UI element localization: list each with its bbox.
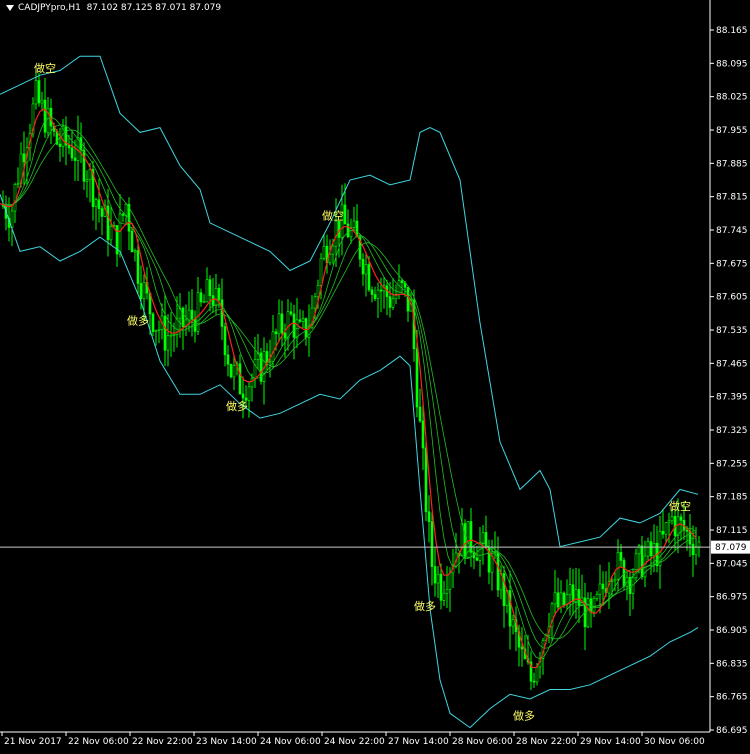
candle xyxy=(634,548,638,582)
candle xyxy=(130,227,134,253)
price-tick-label: 87.745 xyxy=(716,226,748,236)
candle xyxy=(229,363,233,379)
time-tick-label: 28 Nov 06:00 xyxy=(452,737,513,747)
price-tick-label: 86.765 xyxy=(716,693,748,703)
price-tick-label: 86.835 xyxy=(716,659,748,669)
trade-signal-label: 做多 xyxy=(226,399,248,413)
current-price-tag: 87.079 xyxy=(711,540,750,554)
price-tick-label: 87.185 xyxy=(716,493,748,503)
chart-background xyxy=(0,0,750,750)
price-tick-label: 87.395 xyxy=(716,393,748,403)
price-chart[interactable]: 做空做多做多做空做多做多做空 88.16588.09588.02587.9558… xyxy=(0,0,750,750)
price-tick-label: 86.905 xyxy=(716,626,748,636)
chart-header: CADJPYpro,H1 87.102 87.125 87.071 87.079 xyxy=(6,3,221,13)
time-tick-label: 22 Nov 22:00 xyxy=(132,737,193,747)
trade-signal-label: 做空 xyxy=(669,499,691,513)
trade-signal-label: 做多 xyxy=(414,599,436,613)
trade-signal-label: 做空 xyxy=(34,61,56,75)
price-tick-label: 87.255 xyxy=(716,459,748,469)
time-tick-label: 22 Nov 06:00 xyxy=(68,737,129,747)
price-tick-label: 87.955 xyxy=(716,126,748,136)
dropdown-triangle-icon[interactable] xyxy=(6,4,14,11)
time-tick-label: 28 Nov 22:00 xyxy=(516,737,577,747)
time-tick-label: 30 Nov 06:00 xyxy=(644,737,705,747)
time-tick-label: 27 Nov 14:00 xyxy=(388,737,449,747)
time-tick-label: 29 Nov 14:00 xyxy=(580,737,641,747)
price-tick-label: 87.885 xyxy=(716,159,748,169)
trade-signal-label: 做多 xyxy=(127,313,149,327)
trade-signal-label: 做空 xyxy=(322,209,344,223)
price-tick-label: 87.675 xyxy=(716,259,748,269)
price-tick-label: 87.045 xyxy=(716,559,748,569)
price-tick-label: 87.325 xyxy=(716,426,748,436)
price-tick-label: 88.025 xyxy=(716,93,748,103)
price-tick-label: 87.115 xyxy=(716,526,748,536)
current-price-label: 87.079 xyxy=(715,543,747,553)
price-tick-label: 88.165 xyxy=(716,26,748,36)
price-tick-label: 86.695 xyxy=(716,726,748,736)
time-tick-label: 23 Nov 14:00 xyxy=(196,737,257,747)
time-tick-label: 21 Nov 2017 xyxy=(4,737,62,747)
time-tick-label: 24 Nov 06:00 xyxy=(260,737,321,747)
price-tick-label: 87.535 xyxy=(716,326,748,336)
price-tick-label: 87.605 xyxy=(716,293,748,303)
price-tick-label: 86.975 xyxy=(716,593,748,603)
price-tick-label: 87.465 xyxy=(716,359,748,369)
chart-area[interactable]: 做空 做多 做多 做空 做多 做多 做空 88.165 88.095 88.025 87.955 8… xyxy=(0,0,750,750)
price-tick-label: 88.095 xyxy=(716,59,748,69)
trade-signal-label: 做多 xyxy=(513,709,535,723)
price-tick-label: 87.815 xyxy=(716,193,748,203)
symbol-timeframe: CADJPYpro,H1 xyxy=(18,3,81,13)
ohlc-values: 87.102 87.125 87.071 87.079 xyxy=(86,3,222,13)
time-tick-label: 24 Nov 22:00 xyxy=(324,737,385,747)
candle xyxy=(259,347,263,385)
